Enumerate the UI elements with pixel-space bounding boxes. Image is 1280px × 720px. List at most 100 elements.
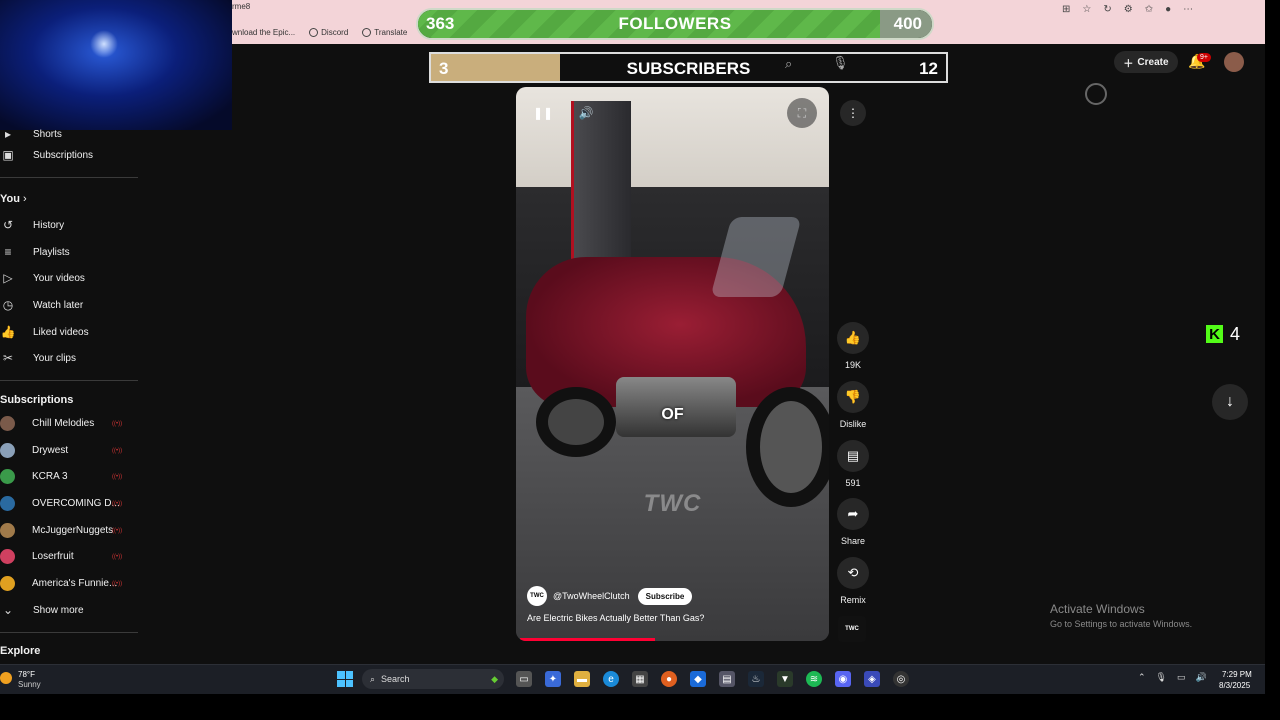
channel-avatar [0, 495, 15, 511]
apps-icon[interactable]: ⊞ [1062, 4, 1070, 15]
dislike-button[interactable]: 👎 Dislike [836, 381, 870, 429]
pause-icon[interactable]: ❚❚ [533, 104, 553, 122]
chevron-up-icon[interactable]: ⌃ [1138, 672, 1146, 683]
weather-temperature[interactable]: 78°F [18, 670, 35, 679]
search-highlight-icon: ◆ [491, 673, 498, 684]
create-label: Create [1137, 56, 1169, 68]
channel-handle[interactable]: @TwoWheelClutch [553, 591, 630, 601]
sidebar-channel[interactable]: Loserfruit ((•)) [0, 546, 138, 566]
video-progress-bar[interactable] [520, 638, 655, 641]
sidebar-item-your-clips[interactable]: ✂ Your clips [0, 348, 138, 368]
channel-avatar [0, 548, 15, 564]
share-button[interactable]: ➦ Share [836, 498, 870, 546]
search-icon[interactable]: ⌕ [785, 56, 799, 71]
favorites-icon[interactable]: ✩ [1145, 4, 1153, 15]
bookmark-discord[interactable]: Discord [309, 27, 348, 37]
sidebar-item-your-videos[interactable]: ▷ Your videos [0, 268, 138, 288]
sidebar-item-history[interactable]: ↺ History [0, 215, 138, 235]
live-indicator-icon: ((•)) [112, 528, 123, 534]
dropbox-icon[interactable]: ◆ [690, 671, 706, 687]
sidebar-channel[interactable]: KCRA 3 ((•)) [0, 466, 138, 486]
edge-browser-icon[interactable]: e [603, 671, 619, 687]
window-edge [1265, 0, 1280, 694]
bookmark-epic[interactable]: wnload the Epic... [232, 28, 295, 37]
shorts-video-player[interactable]: OF TWC [516, 87, 829, 641]
dislike-label: Dislike [839, 419, 867, 429]
comment-count: 591 [845, 478, 861, 488]
sidebar-channel[interactable]: Chill Melodies ((•)) [0, 413, 138, 433]
clock-time[interactable]: 7:29 PM [1222, 670, 1252, 679]
nvidia-icon[interactable]: ▼ [777, 671, 793, 687]
microphone-icon[interactable]: 🎙 [832, 55, 849, 71]
you-heading[interactable]: You › [0, 193, 27, 205]
plus-icon: ＋ [1123, 58, 1134, 70]
channel-avatar [0, 415, 15, 431]
channel-avatar [0, 468, 15, 484]
extensions-icon[interactable]: ⚙ [1124, 4, 1133, 15]
obs-icon[interactable]: ◎ [893, 671, 909, 687]
divider [0, 632, 138, 633]
sidebar-channel[interactable]: OVERCOMING D... ((•)) [0, 493, 138, 513]
refresh-icon[interactable]: ↻ [1103, 4, 1111, 15]
discord-icon[interactable]: ◉ [835, 671, 851, 687]
thumbs-down-icon: 👎 [837, 381, 869, 413]
app-icon[interactable]: ◈ [864, 671, 880, 687]
subscribe-button[interactable]: Subscribe [637, 587, 693, 605]
channel-name: Drywest [32, 444, 69, 456]
weather-condition[interactable]: Sunny [18, 680, 41, 689]
channel-thumbnail[interactable]: TWC [838, 616, 866, 642]
firefox-icon[interactable]: ● [661, 671, 677, 687]
sidebar-item-shorts[interactable]: ▸ Shorts [0, 124, 138, 144]
remix-button[interactable]: ⟲ Remix [836, 557, 870, 605]
calculator-icon[interactable]: ▤ [719, 671, 735, 687]
star-icon[interactable]: ☆ [1082, 4, 1091, 15]
sidebar-item-watch-later[interactable]: ◷ Watch later [0, 295, 138, 315]
sidebar-item-subscriptions[interactable]: ▣ Subscriptions [0, 145, 138, 165]
sun-icon[interactable] [0, 672, 12, 684]
comments-button[interactable]: ▤ 591 [836, 440, 870, 488]
show-more-button[interactable]: ⌄ Show more [0, 600, 138, 620]
bookmark-translate[interactable]: Translate [362, 27, 407, 37]
arrow-down-icon: ↓ [1226, 393, 1234, 410]
followers-goal: 400 [893, 14, 922, 33]
taskbar-search-label: Search [381, 674, 410, 684]
microphone-icon[interactable]: 🎙 [1156, 672, 1167, 683]
task-view-icon[interactable]: ▭ [516, 671, 532, 687]
thumbs-up-icon: 👍 [837, 322, 869, 354]
volume-icon[interactable]: 🔊 [577, 104, 595, 122]
menu-icon[interactable]: ⋯ [1183, 4, 1193, 15]
like-button[interactable]: 👍 19K [836, 322, 870, 370]
clock-date[interactable]: 8/3/2025 [1219, 681, 1250, 690]
sidebar-item-label: Subscriptions [33, 149, 94, 161]
sidebar-item-liked-videos[interactable]: 👍 Liked videos [0, 322, 138, 342]
copilot-icon[interactable]: ✦ [545, 671, 561, 687]
notification-badge: 9+ [1197, 53, 1211, 62]
channel-logo[interactable]: TWC [527, 586, 547, 606]
sidebar-channel[interactable]: McJuggerNuggets ((•)) [0, 520, 138, 540]
speaker-icon[interactable]: 🔊 [1196, 672, 1207, 683]
sidebar-item-label: Watch later [33, 299, 84, 311]
spotify-icon[interactable]: ≋ [806, 671, 822, 687]
fullscreen-icon[interactable]: ⛶ [787, 98, 817, 128]
video-title[interactable]: Are Electric Bikes Actually Better Than … [527, 613, 704, 623]
taskbar-search[interactable]: ⌕ Search ◆ [362, 669, 504, 689]
account-avatar[interactable] [1224, 52, 1244, 72]
your-videos-icon: ▷ [3, 271, 13, 285]
sidebar-item-playlists[interactable]: ≡ Playlists [0, 242, 138, 262]
followers-goal-bar: 363 FOLLOWERS 400 [416, 8, 934, 40]
next-short-button[interactable]: ↓ [1212, 384, 1248, 420]
store-icon[interactable]: ▦ [632, 671, 648, 687]
sidebar-channel[interactable]: America's Funnie... ((•)) [0, 573, 138, 593]
create-button[interactable]: ＋ Create [1114, 51, 1178, 73]
sidebar-channel[interactable]: Drywest ((•)) [0, 440, 138, 460]
file-explorer-icon[interactable]: ▬ [574, 671, 590, 687]
sidebar-item-label: Shorts [33, 128, 62, 140]
network-icon[interactable]: ▭ [1177, 672, 1186, 683]
windows-start-icon[interactable] [337, 671, 353, 687]
channel-name: McJuggerNuggets [32, 524, 114, 536]
motorcycle-front-wheel [746, 387, 829, 507]
channel-avatar [0, 575, 15, 591]
more-options-icon[interactable]: ⋮ [840, 100, 866, 126]
steam-icon[interactable]: ♨ [748, 671, 764, 687]
profile-icon[interactable]: ● [1165, 4, 1171, 15]
